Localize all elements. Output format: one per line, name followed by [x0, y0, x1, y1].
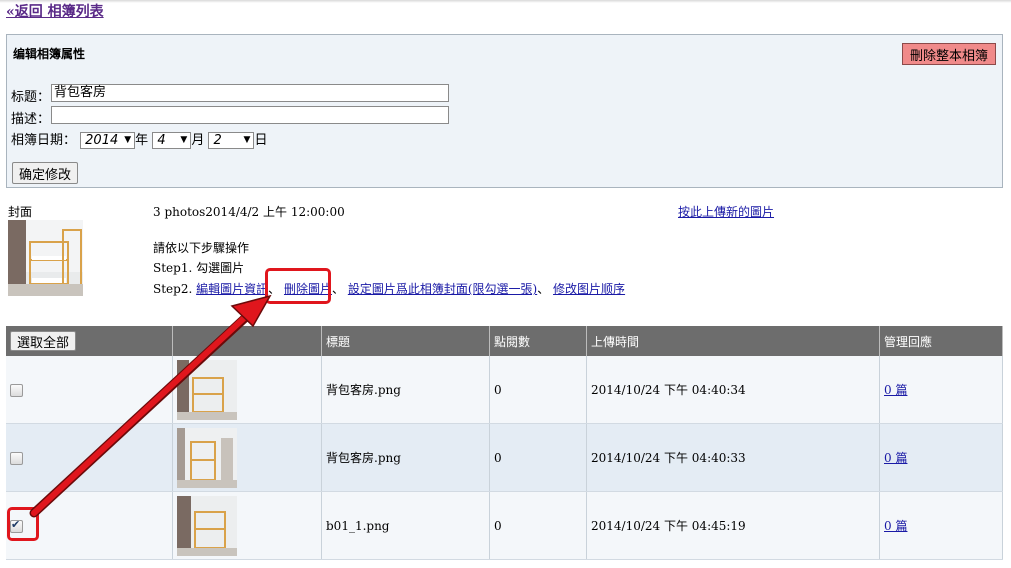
back-to-album-list-link[interactable]: «返回 相簿列表 [6, 1, 104, 21]
row-replies-link[interactable]: 0 篇 [884, 383, 907, 397]
month-select[interactable]: 4 ▼ [152, 132, 192, 149]
row-upload-time: 2014/10/24 下午 04:40:34 [586, 356, 880, 424]
row-upload-time: 2014/10/24 下午 04:40:33 [586, 423, 880, 492]
date-row: 相簿日期： 2014 ▼ 年 4 ▼ 月 2 ▼ 日 [11, 129, 267, 149]
table-header-row: 選取全部 標題 點閱數 上傳時間 管理回應 [6, 326, 1003, 356]
header-title: 標題 [321, 326, 490, 356]
photos-table: 選取全部 標題 點閱數 上傳時間 管理回應 背包客房.png 0 2014/10… [6, 326, 1003, 560]
row-views: 0 [489, 356, 587, 424]
reorder-images-link[interactable]: 修改图片顺序 [553, 282, 625, 296]
dropdown-arrow-icon: ▼ [243, 135, 251, 145]
row-upload-time: 2014/10/24 下午 04:45:19 [586, 491, 880, 560]
header-upload-time: 上傳時間 [586, 326, 880, 356]
header-views: 點閱數 [489, 326, 587, 356]
edit-image-info-link[interactable]: 編輯圖片資訊 [196, 282, 268, 296]
instruction-text: 請依以下步驟操作 [153, 241, 250, 255]
delete-album-button[interactable]: 刪除整本相簿 [901, 43, 996, 65]
row-title: b01_1.png [321, 491, 490, 560]
select-all-button[interactable]: 選取全部 [10, 331, 77, 351]
row-thumbnail[interactable] [177, 427, 237, 488]
delete-link-highlight [265, 268, 331, 304]
table-row: 背包客房.png 0 2014/10/24 下午 04:40:33 0 篇 [6, 423, 1003, 492]
row-thumbnail-cell [172, 356, 322, 424]
panel-title: 编辑相簿属性 [13, 47, 86, 61]
row-replies-cell: 0 篇 [879, 423, 1003, 492]
table-row: b01_1.png 0 2014/10/24 下午 04:45:19 0 篇 [6, 491, 1003, 560]
title-label: 标题： [11, 90, 51, 105]
album-properties-panel: 编辑相簿属性 刪除整本相簿 标题： 背包客房 描述： 相簿日期： 2014 ▼ 年 … [6, 34, 1003, 188]
row-checkbox[interactable] [10, 383, 23, 397]
row-thumbnail-cell [172, 491, 322, 560]
title-input[interactable]: 背包客房 [51, 84, 449, 102]
description-label: 描述： [11, 112, 51, 127]
description-input[interactable] [51, 106, 449, 124]
row-views: 0 [489, 423, 587, 492]
set-as-cover-link[interactable]: 設定圖片爲此相簿封面(限勾選一張) [348, 282, 537, 296]
step1-text: Step1. 勾選圖片 [153, 261, 245, 275]
date-label: 相簿日期： [11, 133, 77, 148]
upload-new-images-link[interactable]: 按此上傳新的圖片 [678, 203, 774, 220]
dropdown-arrow-icon: ▼ [124, 135, 132, 145]
row-title: 背包客房.png [321, 356, 490, 424]
month-unit: 月 [191, 133, 205, 148]
row-thumbnail[interactable] [177, 359, 237, 420]
header-manage-replies: 管理回應 [879, 326, 1003, 356]
year-select[interactable]: 2014 ▼ [80, 132, 136, 149]
separator: 、 [331, 282, 344, 296]
row-replies-cell: 0 篇 [879, 356, 1003, 424]
thumbnail-header [172, 326, 322, 356]
row-thumbnail-cell [172, 423, 322, 492]
row-replies-link[interactable]: 0 篇 [884, 451, 907, 465]
row-title: 背包客房.png [321, 423, 490, 492]
row-thumbnail[interactable] [177, 495, 237, 556]
row-select-cell [6, 356, 173, 424]
step2-prefix: Step2. [153, 282, 193, 296]
row-select-cell [6, 423, 173, 492]
description-row: 描述： [11, 108, 50, 127]
year-unit: 年 [135, 133, 149, 148]
cover-label: 封面 [8, 205, 33, 219]
album-meta: 3 photos2014/4/2 上午 12:00:00 [153, 205, 345, 219]
row-checkbox[interactable] [10, 451, 23, 465]
title-row: 标题： [11, 86, 50, 105]
day-unit: 日 [254, 133, 268, 148]
table-row: 背包客房.png 0 2014/10/24 下午 04:40:34 0 篇 [6, 356, 1003, 424]
select-all-header: 選取全部 [6, 326, 173, 356]
year-value: 2014 [85, 133, 119, 148]
dropdown-arrow-icon: ▼ [180, 135, 188, 145]
cover-image [8, 220, 83, 296]
day-select[interactable]: 2 ▼ [208, 132, 255, 149]
separator: 、 [537, 282, 550, 296]
row-replies-cell: 0 篇 [879, 491, 1003, 560]
confirm-edit-button[interactable]: 确定修改 [12, 162, 79, 184]
day-value: 2 [213, 133, 222, 148]
row-views: 0 [489, 491, 587, 560]
row-replies-link[interactable]: 0 篇 [884, 519, 907, 533]
top-strip [0, 0, 1011, 3]
month-value: 4 [157, 133, 166, 148]
checkbox-highlight [7, 507, 39, 541]
step2-row: Step2. 編輯圖片資訊、 刪除圖片、 設定圖片爲此相簿封面(限勾選一張)、 … [153, 280, 625, 297]
